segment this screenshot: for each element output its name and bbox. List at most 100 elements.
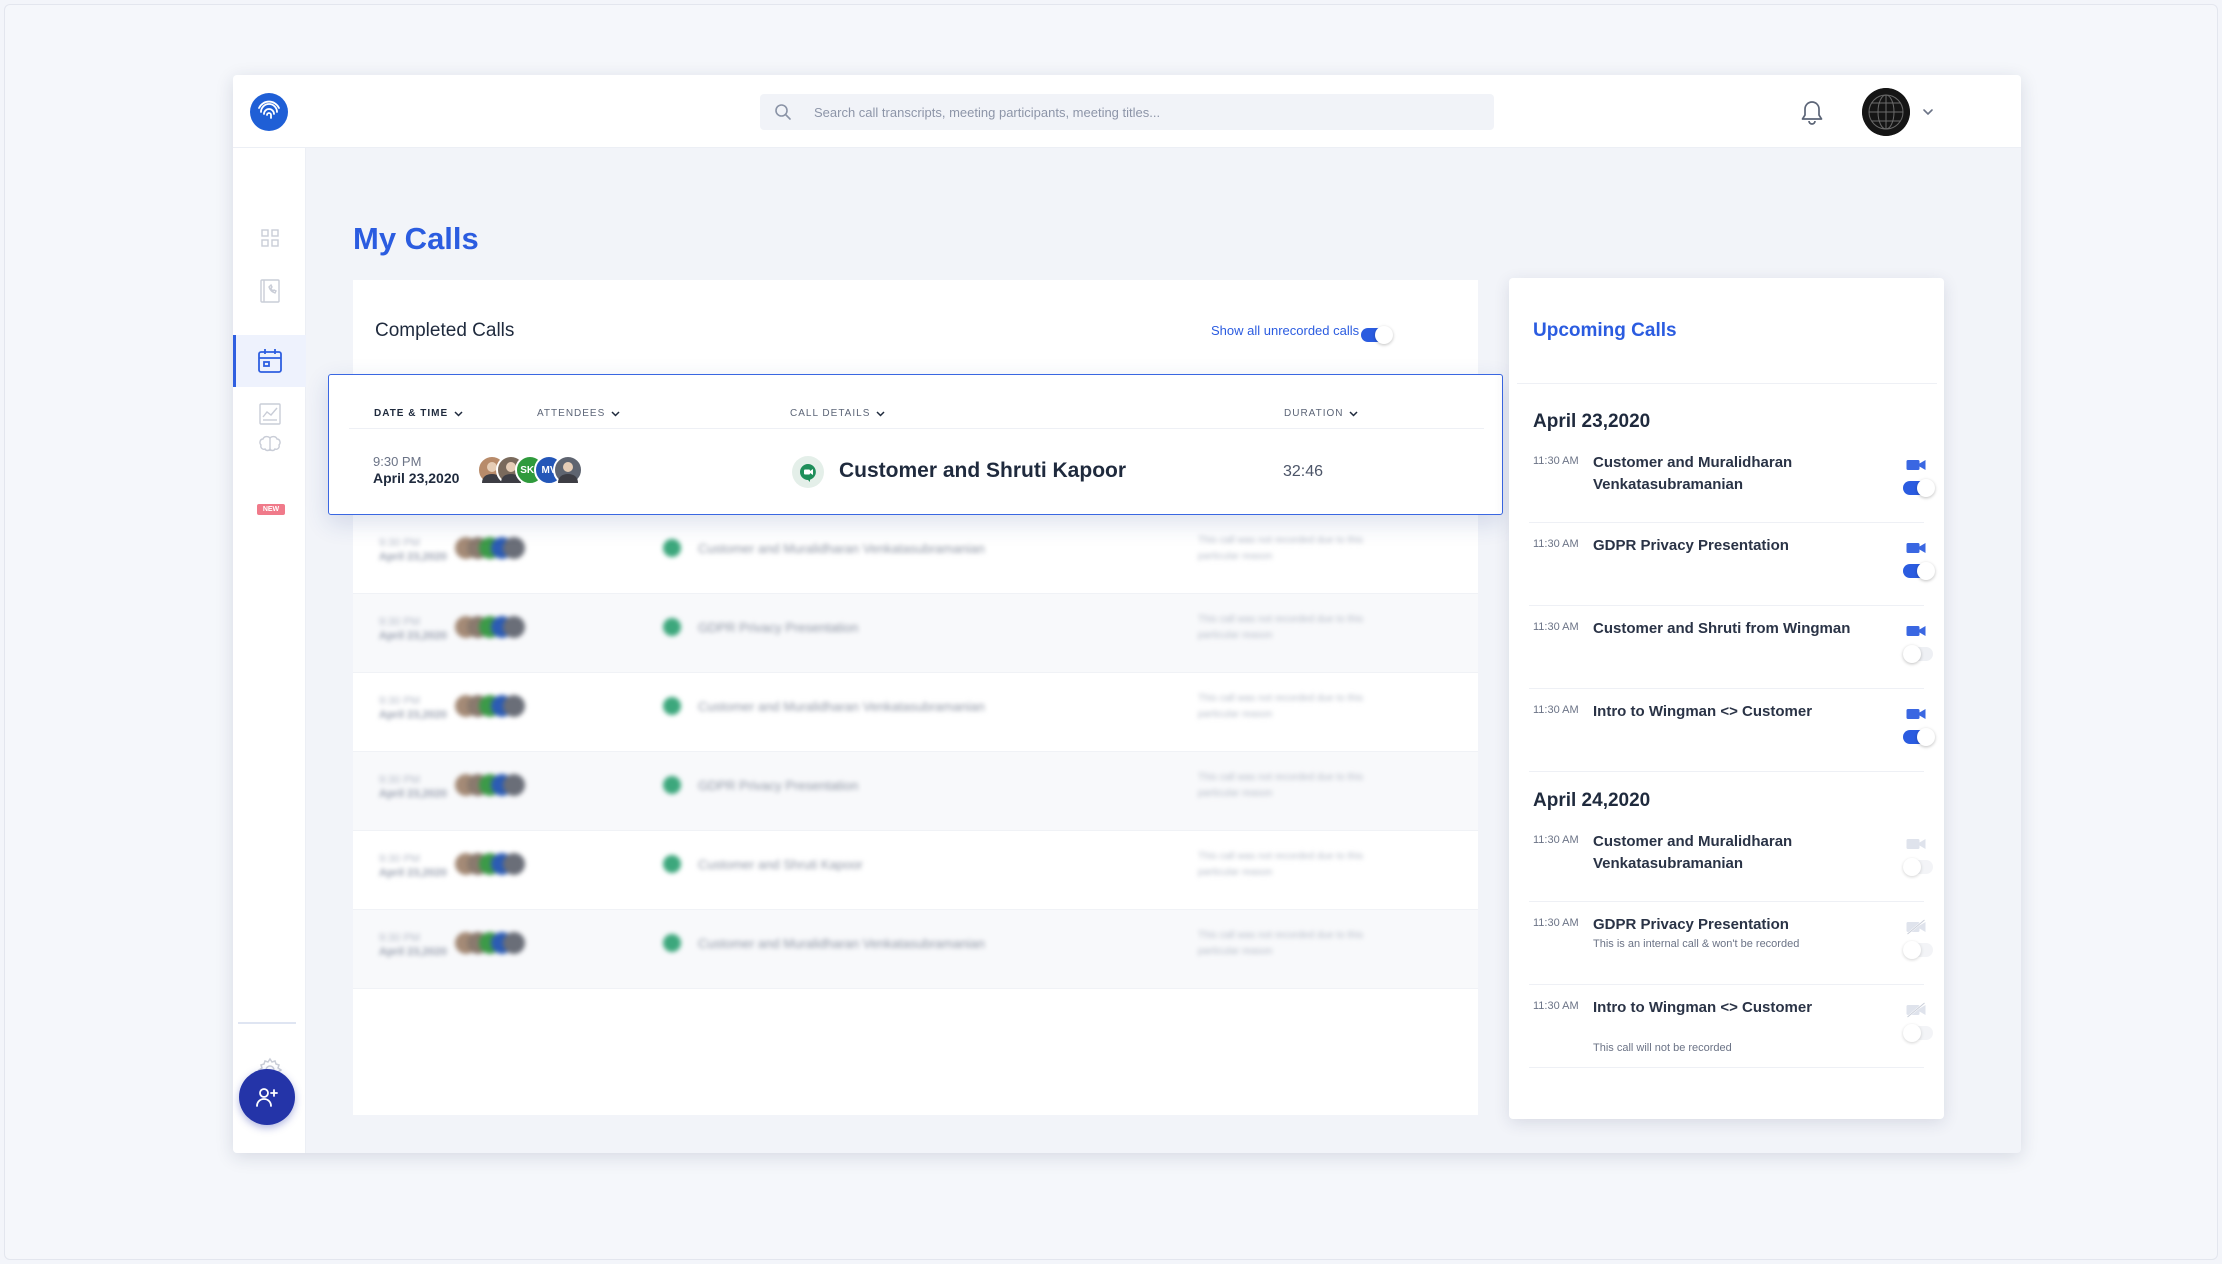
video-camera-icon — [1906, 839, 1926, 849]
upcoming-call-item[interactable]: 11:30 AM Intro to Wingman <> Customer This… — [1529, 986, 1933, 1068]
record-toggle[interactable] — [1903, 728, 1935, 746]
call-title[interactable]: Customer and Shruti Kapoor — [839, 459, 1126, 483]
top-bar — [233, 75, 2021, 148]
record-toggle[interactable] — [1903, 479, 1935, 497]
call-title[interactable]: Intro to Wingman <> Customer — [1593, 701, 1863, 723]
upcoming-call-item[interactable]: 11:30 AM Intro to Wingman <> Customer — [1529, 690, 1935, 772]
call-time: 9:30 PM — [379, 932, 420, 944]
upcoming-calls-panel: Upcoming Calls April 23,2020 11:30 AM Cust… — [1509, 278, 1944, 1119]
completed-call-row[interactable]: 9:30 PM April 23,2020 Customer and Muralid… — [353, 673, 1478, 752]
sidebar-divider — [238, 1022, 296, 1024]
call-date: April 23,2020 — [379, 788, 447, 800]
call-time: 9:30 PM — [379, 537, 420, 549]
video-camera-icon — [1906, 460, 1926, 470]
upcoming-calls-title: Upcoming Calls — [1533, 320, 1677, 341]
upcoming-call-item[interactable]: 11:30 AM GDPR Privacy Presentation This is… — [1529, 903, 1933, 985]
attendee-photo-avatar[interactable] — [553, 455, 583, 485]
blurred-row-content: 9:30 PM April 23,2020 Customer and Muralid… — [353, 515, 1478, 593]
call-time: 9:30 PM — [379, 774, 420, 786]
google-meet-icon — [663, 539, 681, 557]
call-time: 9:30 PM — [373, 454, 422, 469]
unrecorded-note: This call was not recorded due to this p… — [1198, 693, 1364, 720]
call-title[interactable]: Customer and Muralidharan Venkatasubrama… — [1593, 831, 1863, 875]
completed-call-row[interactable]: 9:30 PM April 23,2020 Customer and Shruti … — [353, 831, 1478, 910]
sidebar-item-calls[interactable] — [233, 265, 306, 317]
google-meet-icon — [663, 697, 681, 715]
call-title: Customer and Muralidharan Venkatasubrama… — [698, 541, 985, 556]
sidebar-item-library[interactable] — [233, 423, 306, 467]
column-header-duration[interactable]: DURATION — [1284, 408, 1359, 419]
upcoming-call-item[interactable]: 11:30 AM Customer and Muralidharan Venkat… — [1529, 820, 1933, 902]
record-toggle[interactable] — [1903, 858, 1933, 876]
call-date: April 23,2020 — [379, 867, 447, 879]
column-header-attendees[interactable]: ATTENDEES — [537, 408, 621, 419]
record-toggle[interactable] — [1903, 941, 1933, 959]
call-title: Customer and Muralidharan Venkatasubrama… — [698, 936, 985, 951]
video-camera-icon — [1906, 709, 1926, 719]
grid-icon — [260, 229, 279, 247]
completed-call-row[interactable]: 9:30 PM April 23,2020 Customer and Muralid… — [353, 515, 1478, 594]
upcoming-call-item[interactable]: 11:30 AM Customer and Muralidharan Venkat… — [1529, 441, 1935, 523]
google-meet-icon — [663, 855, 681, 873]
google-meet-icon — [663, 934, 681, 952]
header-divider — [349, 428, 1484, 429]
chevron-down-icon[interactable] — [1921, 105, 1935, 119]
wingman-logo[interactable] — [250, 93, 288, 131]
search-bar[interactable] — [760, 94, 1494, 130]
chevron-down-icon — [611, 411, 620, 417]
chat-bubble-icon — [800, 464, 816, 482]
globe-avatar-icon — [1862, 88, 1910, 136]
upcoming-call-item[interactable]: 11:30 AM Customer and Shruti from Wingman — [1529, 607, 1933, 689]
completed-call-row[interactable]: 9:30 PM April 23,2020 GDPR Privacy Present… — [353, 752, 1478, 831]
call-time: 11:30 AM — [1533, 704, 1579, 716]
completed-call-row[interactable]: 9:30 PM April 23,2020 Customer and Muralid… — [353, 910, 1478, 989]
call-title[interactable]: GDPR Privacy Presentation — [1593, 914, 1863, 936]
google-meet-icon — [663, 776, 681, 794]
column-header-call-details[interactable]: CALL DETAILS — [790, 408, 886, 419]
sidebar-item-my-calls[interactable] — [233, 335, 306, 387]
call-time: 9:30 PM — [379, 695, 420, 707]
call-time: 11:30 AM — [1533, 455, 1579, 467]
page-title: My Calls — [353, 221, 479, 256]
column-header-date-time[interactable]: DATE & TIME — [374, 408, 464, 419]
add-user-icon — [256, 1088, 278, 1107]
call-title[interactable]: GDPR Privacy Presentation — [1593, 535, 1863, 557]
google-meet-icon — [792, 456, 824, 488]
show-unrecorded-toggle[interactable] — [1361, 326, 1393, 344]
highlighted-call-row[interactable]: DATE & TIME ATTENDEES CALL DETAILS DURAT… — [328, 374, 1503, 515]
show-unrecorded-label[interactable]: Show all unrecorded calls — [1211, 323, 1359, 338]
completed-calls-title: Completed Calls — [375, 320, 515, 341]
chevron-down-icon — [876, 411, 885, 417]
notification-bell-icon[interactable] — [1799, 99, 1825, 127]
record-toggle[interactable] — [1903, 1024, 1933, 1042]
call-date: April 23,2020 — [379, 630, 447, 642]
app-window: NEW My Calls Completed Calls Sho — [233, 75, 2021, 1153]
completed-calls-list: 9:30 PM April 23,2020 Customer and Muralid… — [353, 515, 1478, 1075]
blurred-row-content: 9:30 PM April 23,2020 GDPR Privacy Present… — [353, 594, 1478, 672]
search-input[interactable] — [814, 94, 1474, 130]
invite-user-button[interactable] — [239, 1069, 295, 1125]
call-time: 11:30 AM — [1533, 917, 1579, 929]
call-title[interactable]: Customer and Shruti from Wingman — [1593, 618, 1863, 640]
call-time: 11:30 AM — [1533, 538, 1579, 550]
upcoming-call-item[interactable]: 11:30 AM GDPR Privacy Presentation — [1529, 524, 1935, 606]
recording-note: This is an internal call & won't be reco… — [1593, 938, 1800, 950]
google-meet-icon — [663, 618, 681, 636]
record-toggle[interactable] — [1903, 562, 1935, 580]
chevron-down-icon — [454, 411, 463, 417]
sidebar-item-dashboard[interactable] — [233, 212, 306, 264]
call-title: GDPR Privacy Presentation — [698, 778, 859, 793]
video-off-icon — [1906, 919, 1926, 935]
search-icon — [775, 104, 791, 120]
attendee-avatar — [503, 695, 525, 717]
call-title[interactable]: Intro to Wingman <> Customer — [1593, 997, 1863, 1019]
calendar-icon — [257, 349, 282, 373]
user-avatar[interactable] — [1862, 88, 1910, 136]
unrecorded-note: This call was not recorded due to this p… — [1198, 772, 1364, 799]
call-time: 11:30 AM — [1533, 834, 1579, 846]
completed-call-row[interactable]: 9:30 PM April 23,2020 GDPR Privacy Present… — [353, 594, 1478, 673]
column-header-label: CALL DETAILS — [790, 408, 871, 419]
call-title[interactable]: Customer and Muralidharan Venkatasubrama… — [1593, 452, 1863, 496]
new-badge: NEW — [257, 504, 285, 515]
record-toggle[interactable] — [1903, 645, 1933, 663]
